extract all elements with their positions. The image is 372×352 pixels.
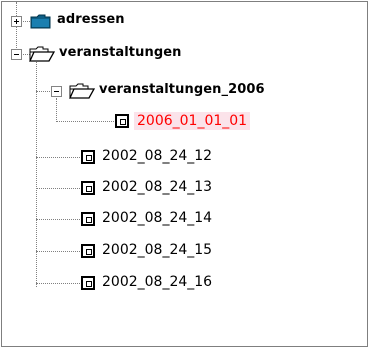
document-icon: [81, 276, 95, 290]
tree-item-veranstaltungen-2006[interactable]: veranstaltungen_2006: [2, 81, 322, 101]
tree-item-veranstaltungen[interactable]: veranstaltungen: [2, 44, 232, 64]
tree-panel: adressen veranstaltungen veranstaltungen…: [1, 1, 368, 347]
tree-item-label-selected: 2006_01_01_01: [134, 112, 251, 130]
collapse-toggle[interactable]: [51, 86, 62, 97]
tree-item-label: 2002_08_24_14: [102, 210, 213, 226]
tree-item-label: 2002_08_24_16: [102, 274, 213, 290]
tree-item-2002-08-24-15[interactable]: 2002_08_24_15: [2, 241, 302, 261]
expand-toggle[interactable]: [11, 16, 22, 27]
document-icon: [81, 212, 95, 226]
tree-item-2006-01-01-01[interactable]: 2006_01_01_01: [2, 111, 322, 131]
tree-item-label: 2002_08_24_12: [102, 148, 213, 164]
tree-item-label: adressen: [57, 12, 125, 27]
tree-item-label: veranstaltungen_2006: [99, 82, 265, 97]
collapse-toggle[interactable]: [11, 49, 22, 60]
folder-closed-icon: [30, 14, 51, 29]
tree-item-label: 2002_08_24_15: [102, 242, 213, 258]
tree-item-2002-08-24-12[interactable]: 2002_08_24_12: [2, 147, 302, 167]
folder-open-icon: [69, 83, 95, 99]
tree-item-label: 2002_08_24_13: [102, 179, 213, 195]
tree-item-label: veranstaltungen: [59, 45, 182, 60]
tree-item-adressen[interactable]: adressen: [2, 11, 202, 31]
document-icon: [81, 244, 95, 258]
folder-open-icon: [29, 46, 55, 62]
tree-item-2002-08-24-16[interactable]: 2002_08_24_16: [2, 273, 302, 293]
tree-item-2002-08-24-13[interactable]: 2002_08_24_13: [2, 178, 302, 198]
document-icon: [81, 150, 95, 164]
tree-item-2002-08-24-14[interactable]: 2002_08_24_14: [2, 209, 302, 229]
document-icon: [81, 181, 95, 195]
document-icon: [115, 114, 129, 128]
